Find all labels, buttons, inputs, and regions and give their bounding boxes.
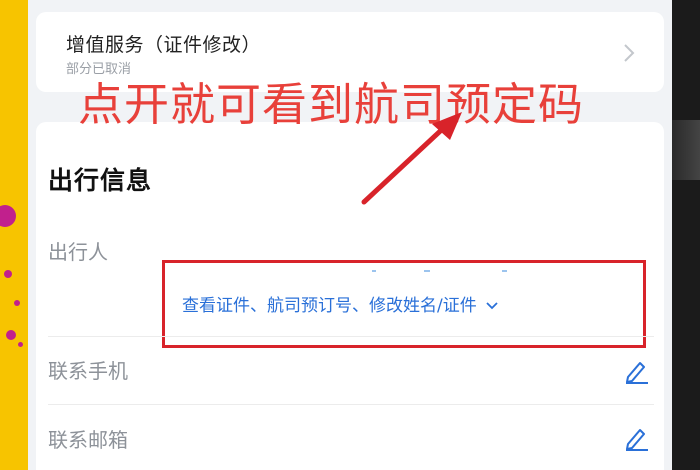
section-title: 出行信息 <box>48 166 153 195</box>
contact-email-label: 联系邮箱 <box>48 428 128 452</box>
pencil-edit-icon[interactable] <box>622 424 650 452</box>
pencil-edit-icon[interactable] <box>622 357 650 385</box>
divider <box>48 336 654 337</box>
contact-phone-label: 联系手机 <box>48 359 128 383</box>
decor-dot <box>6 330 16 340</box>
red-annotation-text: 点开就可看到航司预定码 <box>78 78 585 131</box>
service-title: 增值服务（证件修改） <box>66 34 262 56</box>
decor-dot <box>0 205 16 227</box>
left-decorative-strip <box>0 0 28 470</box>
right-decorative-strip <box>672 0 700 470</box>
red-highlight-box <box>162 260 646 348</box>
annotation-arrow <box>361 112 462 205</box>
decor-dot <box>4 270 12 278</box>
chevron-right-icon[interactable] <box>622 42 636 64</box>
divider <box>48 404 654 405</box>
decor-dot <box>18 342 23 347</box>
right-strip-shade <box>672 120 700 180</box>
passenger-label: 出行人 <box>48 240 108 264</box>
decor-dot <box>14 300 20 306</box>
booking-detail-screen: 增值服务（证件修改） 部分已取消 出行信息 出行人 查看证件、航司预订号、修改姓… <box>28 0 672 470</box>
